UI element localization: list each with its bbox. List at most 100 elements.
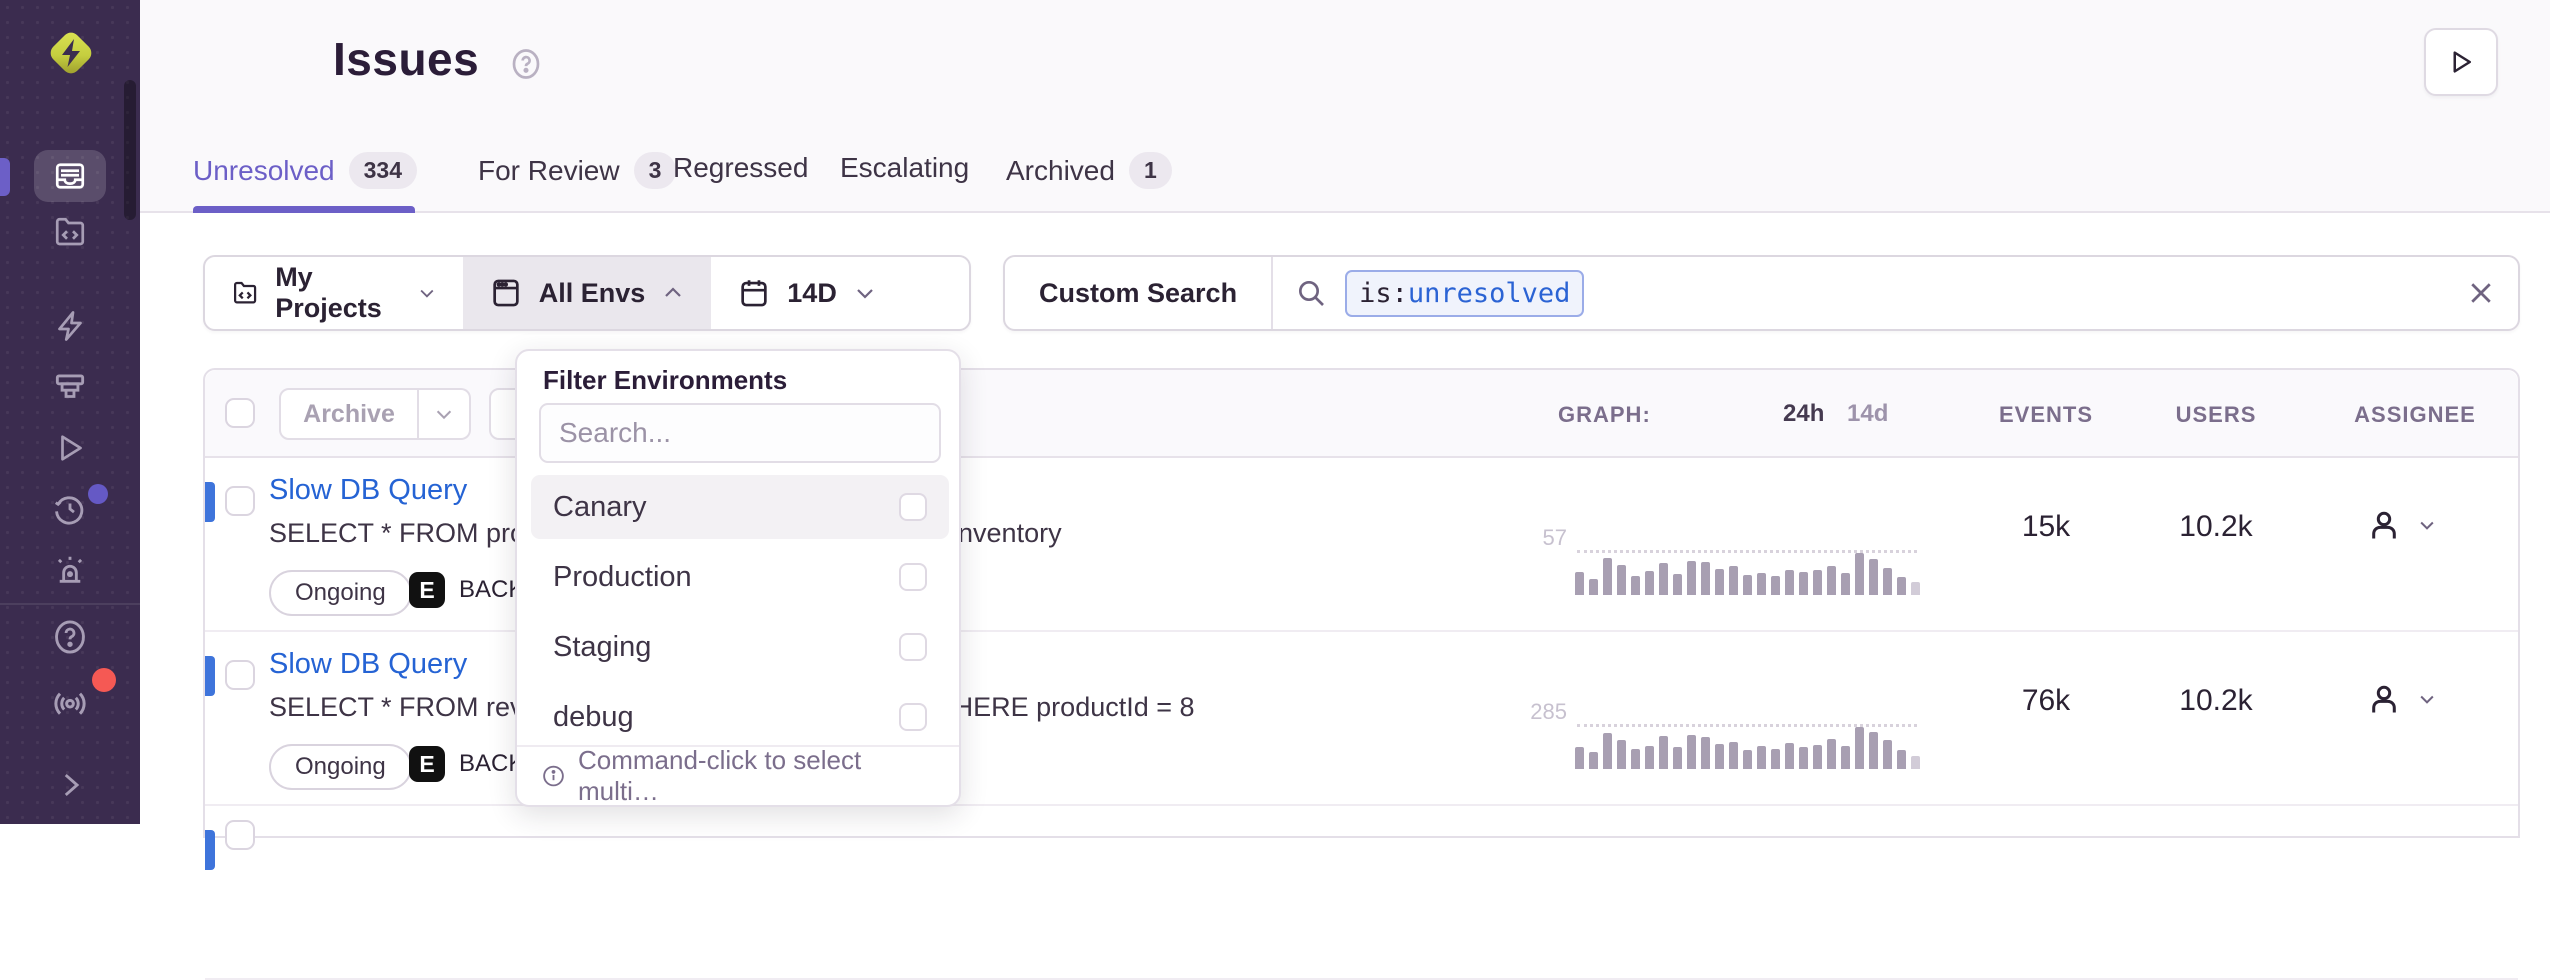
- sidebar-item-quickstart[interactable]: [0, 308, 140, 344]
- sidebar: [0, 0, 140, 824]
- sidebar-divider: [0, 603, 140, 605]
- status-badge: Ongoing: [269, 570, 412, 616]
- chevron-down-icon: [417, 281, 437, 305]
- row-checkbox[interactable]: [225, 820, 255, 850]
- issue-title-link[interactable]: Slow DB Query: [269, 648, 467, 681]
- unread-accent-bar: [205, 656, 215, 696]
- graph-range-24h[interactable]: 24h: [1783, 400, 1824, 428]
- row-checkbox[interactable]: [225, 660, 255, 690]
- releases-notification-dot: [88, 484, 108, 504]
- page-filter-bar: My Projects All Envs 14D: [203, 255, 971, 331]
- column-assignee: ASSIGNEE: [2305, 402, 2525, 428]
- search-input[interactable]: is:unresolved: [1273, 257, 2444, 329]
- date-range-filter-button[interactable]: 14D: [711, 257, 969, 329]
- issue-row[interactable]: [205, 806, 2518, 980]
- env-option-canary[interactable]: Canary: [531, 475, 949, 539]
- sidebar-item-whats-new[interactable]: [0, 682, 140, 722]
- chevron-down-icon: [2417, 689, 2437, 709]
- search-token-is-unresolved[interactable]: is:unresolved: [1345, 270, 1584, 317]
- sidebar-item-issues[interactable]: [34, 150, 106, 202]
- issue-title-link[interactable]: Slow DB Query: [269, 474, 467, 507]
- env-option-staging[interactable]: Staging: [531, 615, 949, 679]
- sidebar-item-help[interactable]: [0, 618, 140, 656]
- environment-dropdown-title: Filter Environments: [543, 365, 787, 396]
- assignee-selector[interactable]: [2365, 680, 2437, 718]
- play-icon: [52, 430, 88, 466]
- active-nav-indicator: [0, 158, 10, 196]
- archive-button-group: Archive: [279, 388, 471, 440]
- platform-express-icon: E: [409, 746, 445, 782]
- user-icon: [2365, 506, 2403, 544]
- sparkline-bars: [1575, 727, 1919, 769]
- env-checkbox[interactable]: [899, 563, 927, 591]
- sparkline-peak-label: 285: [1530, 699, 1567, 725]
- tab-for-review[interactable]: For Review 3: [478, 152, 676, 189]
- sidebar-item-replays[interactable]: [0, 430, 140, 466]
- issues-icon: [52, 158, 88, 194]
- env-option-production[interactable]: Production: [531, 545, 949, 609]
- active-tab-underline: [193, 206, 415, 213]
- environment-dropdown-footer: Command-click to select multi…: [517, 745, 959, 805]
- help-icon: [51, 618, 89, 656]
- window-icon: [489, 276, 523, 310]
- sidebar-scrollbar-thumb[interactable]: [124, 80, 136, 220]
- environment-dropdown: Filter Environments Canary Production St…: [515, 349, 961, 807]
- status-badge: Ongoing: [269, 744, 412, 790]
- chevron-down-icon: [853, 281, 877, 305]
- project-filter-button[interactable]: My Projects: [205, 257, 463, 329]
- unread-accent-bar: [205, 830, 215, 870]
- title-help-button[interactable]: [508, 46, 544, 87]
- column-users: USERS: [2116, 402, 2316, 428]
- graph-range-14d[interactable]: 14d: [1847, 400, 1888, 428]
- close-icon: [2466, 278, 2496, 308]
- logo-lightning-diamond-icon: [44, 26, 98, 80]
- chevron-right-icon: [53, 768, 87, 802]
- env-checkbox[interactable]: [899, 703, 927, 731]
- user-icon: [2365, 680, 2403, 718]
- tab-count-badge: 3: [634, 152, 677, 189]
- events-sparkline: 285: [1575, 659, 1919, 769]
- stamp-icon: [51, 368, 89, 406]
- play-icon: [2446, 47, 2476, 77]
- env-checkbox[interactable]: [899, 493, 927, 521]
- sparkline-bars: [1575, 553, 1919, 595]
- chevron-down-icon: [2417, 515, 2437, 535]
- tour-play-button[interactable]: [2424, 28, 2498, 96]
- archive-button[interactable]: Archive: [279, 388, 419, 440]
- unread-accent-bar: [205, 482, 215, 522]
- sidebar-item-releases[interactable]: [0, 490, 140, 528]
- search-icon: [1295, 277, 1327, 309]
- select-all-checkbox[interactable]: [225, 398, 255, 428]
- environment-filter-button[interactable]: All Envs: [463, 257, 712, 329]
- chevron-down-icon: [433, 403, 455, 425]
- history-clock-icon: [51, 490, 89, 528]
- custom-search-button[interactable]: Custom Search: [1005, 257, 1271, 329]
- lightning-icon: [52, 308, 88, 344]
- projects-icon: [231, 276, 259, 310]
- sidebar-item-feedback[interactable]: [0, 368, 140, 406]
- row-checkbox[interactable]: [225, 486, 255, 516]
- tab-unresolved[interactable]: Unresolved 334: [193, 152, 417, 189]
- projects-icon: [52, 214, 88, 250]
- sidebar-item-alerts[interactable]: [0, 552, 140, 590]
- sidebar-expand-button[interactable]: [0, 768, 140, 802]
- env-checkbox[interactable]: [899, 633, 927, 661]
- info-icon: [541, 763, 566, 789]
- env-option-debug[interactable]: debug: [531, 685, 949, 749]
- topbar: Issues Unresolved 334 For Review 3 Regre…: [140, 0, 2550, 213]
- search-clear-button[interactable]: [2444, 257, 2518, 329]
- platform-express-icon: E: [409, 572, 445, 608]
- events-sparkline: 57: [1575, 485, 1919, 595]
- assignee-selector[interactable]: [2365, 506, 2437, 544]
- environment-search-input[interactable]: [539, 403, 941, 463]
- sparkline-peak-label: 57: [1543, 525, 1567, 551]
- sidebar-item-projects[interactable]: [0, 214, 140, 250]
- app-logo[interactable]: [44, 26, 98, 85]
- tab-escalating[interactable]: Escalating: [840, 152, 969, 184]
- tab-count-badge: 334: [349, 152, 417, 189]
- tab-archived[interactable]: Archived 1: [1006, 152, 1172, 189]
- page-title: Issues: [333, 32, 479, 86]
- tab-regressed[interactable]: Regressed: [673, 152, 808, 184]
- users-count: 10.2k: [2116, 684, 2316, 718]
- archive-dropdown-button[interactable]: [419, 388, 471, 440]
